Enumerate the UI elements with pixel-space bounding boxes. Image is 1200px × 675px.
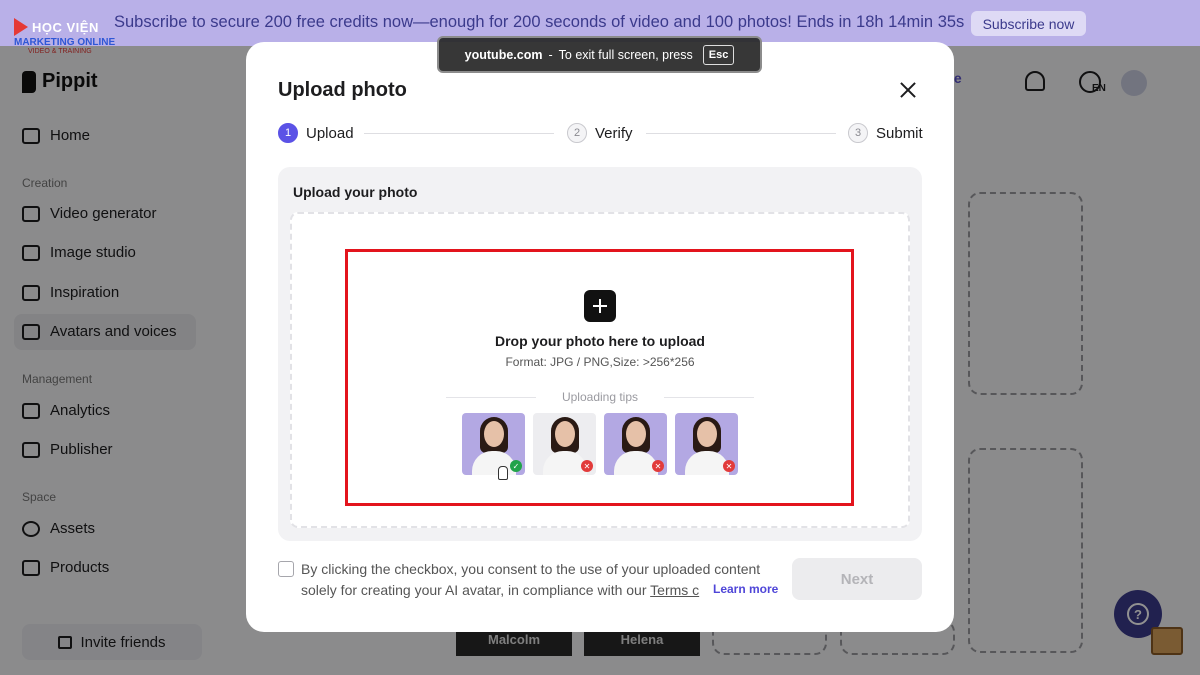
step-label: Upload	[306, 124, 354, 142]
watermark-title: HỌC VIỆN	[32, 19, 99, 35]
consent-checkbox[interactable]	[278, 561, 294, 577]
check-icon: ✓	[510, 460, 522, 472]
step-number: 2	[567, 123, 587, 143]
format-hint: Format: JPG / PNG,Size: >256*256	[505, 355, 695, 369]
step-label: Verify	[595, 124, 633, 142]
subscribe-now-button[interactable]: Subscribe now	[971, 11, 1086, 36]
tip-example-good: ✓	[462, 413, 525, 475]
play-icon	[14, 18, 28, 36]
uploading-tips-label: Uploading tips	[561, 390, 639, 404]
promo-text: Subscribe to secure 200 free credits now…	[114, 13, 965, 31]
tip-example-sunglasses: ✕	[604, 413, 667, 475]
highlight-box	[345, 249, 854, 506]
divider	[664, 397, 754, 398]
tip-example-multiple-people: ✕	[675, 413, 738, 475]
step-connector	[646, 133, 836, 134]
drop-title: Drop your photo here to upload	[495, 333, 705, 349]
terms-link[interactable]: Terms c	[650, 582, 699, 598]
tip-example-side-profile: ✕	[533, 413, 596, 475]
hand-cursor-icon	[498, 466, 508, 480]
fullscreen-message: To exit full screen, press	[558, 47, 693, 62]
separator: -	[548, 47, 553, 62]
step-connector	[364, 133, 554, 134]
dialog-title: Upload photo	[278, 79, 407, 101]
next-button[interactable]: Next	[792, 558, 922, 600]
close-icon[interactable]	[896, 78, 920, 102]
fullscreen-notice: youtube.com - To exit full screen, press…	[437, 36, 762, 73]
step-label: Submit	[876, 124, 923, 142]
step-number: 1	[278, 123, 298, 143]
step-verify: 2 Verify	[567, 123, 633, 143]
step-submit: 3 Submit	[848, 123, 923, 143]
cross-icon: ✕	[723, 460, 735, 472]
learn-more-link[interactable]: Learn more	[713, 582, 778, 596]
site-name: youtube.com	[464, 47, 543, 62]
upload-photo-dialog: Upload photo 1 Upload 2 Verify 3 Submit …	[246, 42, 954, 632]
consent-text: By clicking the checkbox, you consent to…	[301, 559, 781, 601]
add-photo-button[interactable]	[584, 290, 616, 322]
step-number: 3	[848, 123, 868, 143]
cross-icon: ✕	[581, 460, 593, 472]
cross-icon: ✕	[652, 460, 664, 472]
upload-heading: Upload your photo	[293, 184, 418, 200]
step-upload: 1 Upload	[278, 123, 354, 143]
divider	[446, 397, 536, 398]
esc-key: Esc	[702, 44, 735, 65]
